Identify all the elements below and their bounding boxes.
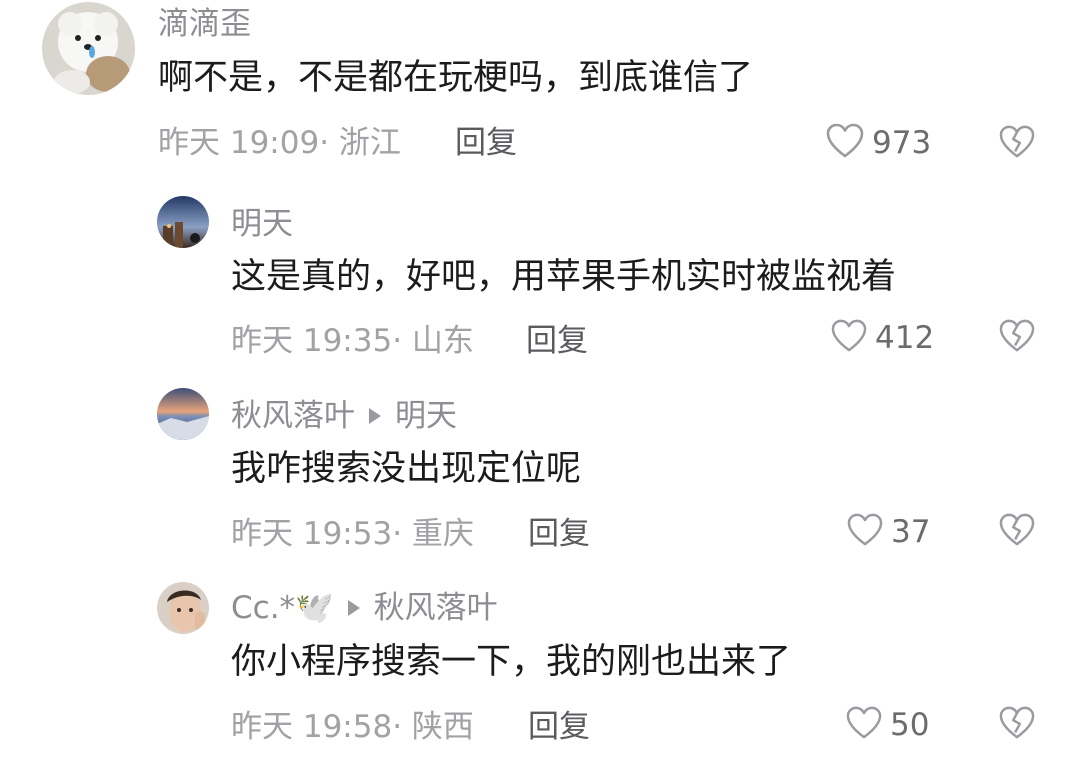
dislike-button[interactable] bbox=[999, 513, 1035, 551]
heart-icon bbox=[846, 706, 882, 744]
reply-to-username[interactable]: 秋风落叶 bbox=[374, 590, 498, 626]
username[interactable]: 明天 bbox=[231, 204, 293, 244]
like-count: 50 bbox=[890, 707, 930, 743]
comment-time: 昨天 19:53 bbox=[231, 516, 393, 552]
comment-header: Cc.*🕊️ 秋风落叶 bbox=[231, 588, 498, 628]
avatar[interactable] bbox=[157, 582, 209, 634]
comment-time: 昨天 19:35 bbox=[231, 323, 393, 359]
heart-icon bbox=[826, 123, 864, 163]
comment-meta: 昨天 19:53· 重庆 bbox=[231, 514, 474, 554]
comment-text: 我咋搜索没出现定位呢 bbox=[231, 449, 582, 489]
like-button[interactable]: 973 bbox=[826, 123, 931, 163]
like-count: 412 bbox=[875, 320, 935, 356]
like-count: 973 bbox=[872, 125, 932, 161]
comment-meta: 昨天 19:58· 陕西 bbox=[231, 707, 474, 747]
username[interactable]: Cc.*🕊️ bbox=[231, 590, 334, 626]
like-button[interactable]: 412 bbox=[831, 318, 934, 358]
avatar[interactable] bbox=[42, 2, 135, 95]
comment-item: Cc.*🕊️ 秋风落叶 你小程序搜索一下，我的刚也出来了 昨天 19:58· 陕西… bbox=[0, 578, 1077, 782]
heart-icon bbox=[847, 513, 883, 551]
like-button[interactable]: 50 bbox=[846, 705, 929, 745]
broken-heart-icon bbox=[999, 125, 1035, 163]
comment-location: · 浙江 bbox=[319, 125, 401, 161]
avatar[interactable] bbox=[157, 388, 209, 440]
comment-item: 滴滴歪 啊不是，不是都在玩梗吗，到底谁信了 昨天 19:09· 浙江 回复 97… bbox=[0, 0, 1077, 190]
reply-arrow-icon bbox=[347, 599, 360, 616]
broken-heart-icon bbox=[999, 319, 1035, 357]
comment-time: 昨天 19:09 bbox=[158, 125, 320, 161]
comment-location: · 陕西 bbox=[392, 709, 474, 745]
heart-icon bbox=[831, 319, 867, 357]
like-button[interactable]: 37 bbox=[847, 512, 930, 552]
username[interactable]: 秋风落叶 bbox=[231, 398, 355, 434]
reply-button[interactable]: 回复 bbox=[455, 123, 517, 163]
comment-time: 昨天 19:58 bbox=[231, 709, 393, 745]
comment-header: 秋风落叶 明天 bbox=[231, 396, 457, 436]
username[interactable]: 滴滴歪 bbox=[158, 4, 251, 44]
comment-meta: 昨天 19:09· 浙江 bbox=[158, 123, 401, 163]
comment-text: 这是真的，好吧，用苹果手机实时被监视着 bbox=[231, 257, 897, 297]
dislike-button[interactable] bbox=[999, 125, 1035, 163]
comment-item: 明天 这是真的，好吧，用苹果手机实时被监视着 昨天 19:35· 山东 回复 4… bbox=[0, 190, 1077, 385]
reply-button[interactable]: 回复 bbox=[528, 707, 590, 747]
dislike-button[interactable] bbox=[999, 319, 1035, 357]
reply-button[interactable]: 回复 bbox=[526, 321, 588, 361]
broken-heart-icon bbox=[999, 513, 1035, 551]
comment-item: 秋风落叶 明天 我咋搜索没出现定位呢 昨天 19:53· 重庆 回复 37 bbox=[0, 385, 1077, 578]
comment-text: 啊不是，不是都在玩梗吗，到底谁信了 bbox=[158, 58, 754, 98]
reply-button[interactable]: 回复 bbox=[528, 514, 590, 554]
like-count: 37 bbox=[891, 514, 931, 550]
broken-heart-icon bbox=[999, 706, 1035, 744]
comment-meta: 昨天 19:35· 山东 bbox=[231, 321, 474, 361]
dislike-button[interactable] bbox=[999, 706, 1035, 744]
comment-location: · 重庆 bbox=[392, 516, 474, 552]
comment-location: · 山东 bbox=[392, 323, 474, 359]
avatar[interactable] bbox=[157, 196, 209, 248]
reply-arrow-icon bbox=[369, 407, 381, 424]
comment-text: 你小程序搜索一下，我的刚也出来了 bbox=[231, 642, 792, 682]
reply-to-username[interactable]: 明天 bbox=[395, 398, 457, 434]
